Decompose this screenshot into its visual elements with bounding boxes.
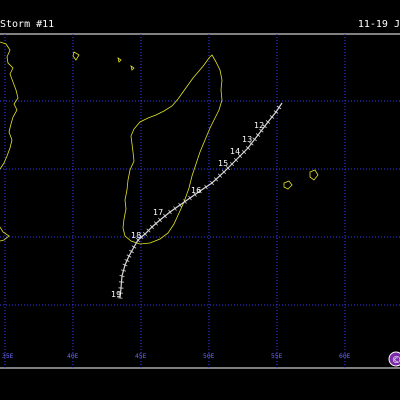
day-label-16: 16 (191, 186, 201, 195)
longitude-labels: 35E 40E 45E 50E 55E 60E (2, 353, 351, 360)
comoros-island (117, 57, 135, 71)
track-map: 19 18 17 16 15 14 13 12 35E 40E 45E 50E … (0, 33, 400, 369)
storm-track: 19 18 17 16 15 14 13 12 (111, 102, 283, 299)
lon-label: 40E (67, 353, 79, 360)
track-line (119, 102, 283, 299)
africa-coastline (0, 41, 19, 170)
lat-lon-grid (0, 34, 400, 368)
lon-label: 55E (271, 353, 283, 360)
mauritius-island (309, 169, 319, 181)
day-label-13: 13 (242, 135, 252, 144)
day-label-15: 15 (218, 159, 228, 168)
day-label-19: 19 (111, 290, 121, 299)
day-label-12: 12 (254, 121, 264, 130)
madagascar-coastline (122, 54, 223, 245)
mozambique-channel-island (72, 51, 80, 61)
circle-logo-icon: © (388, 351, 400, 367)
lon-label: 50E (203, 353, 215, 360)
logo-mark: © (392, 355, 400, 366)
lon-label: 60E (339, 353, 351, 360)
day-label-14: 14 (230, 147, 240, 156)
lon-label: 35E (2, 353, 14, 360)
track-ticks (117, 105, 282, 299)
track-day-labels: 19 18 17 16 15 14 13 12 (111, 121, 264, 299)
lon-label: 45E (135, 353, 147, 360)
day-label-17: 17 (153, 208, 163, 217)
day-label-18: 18 (131, 231, 141, 240)
reunion-island (283, 180, 293, 190)
